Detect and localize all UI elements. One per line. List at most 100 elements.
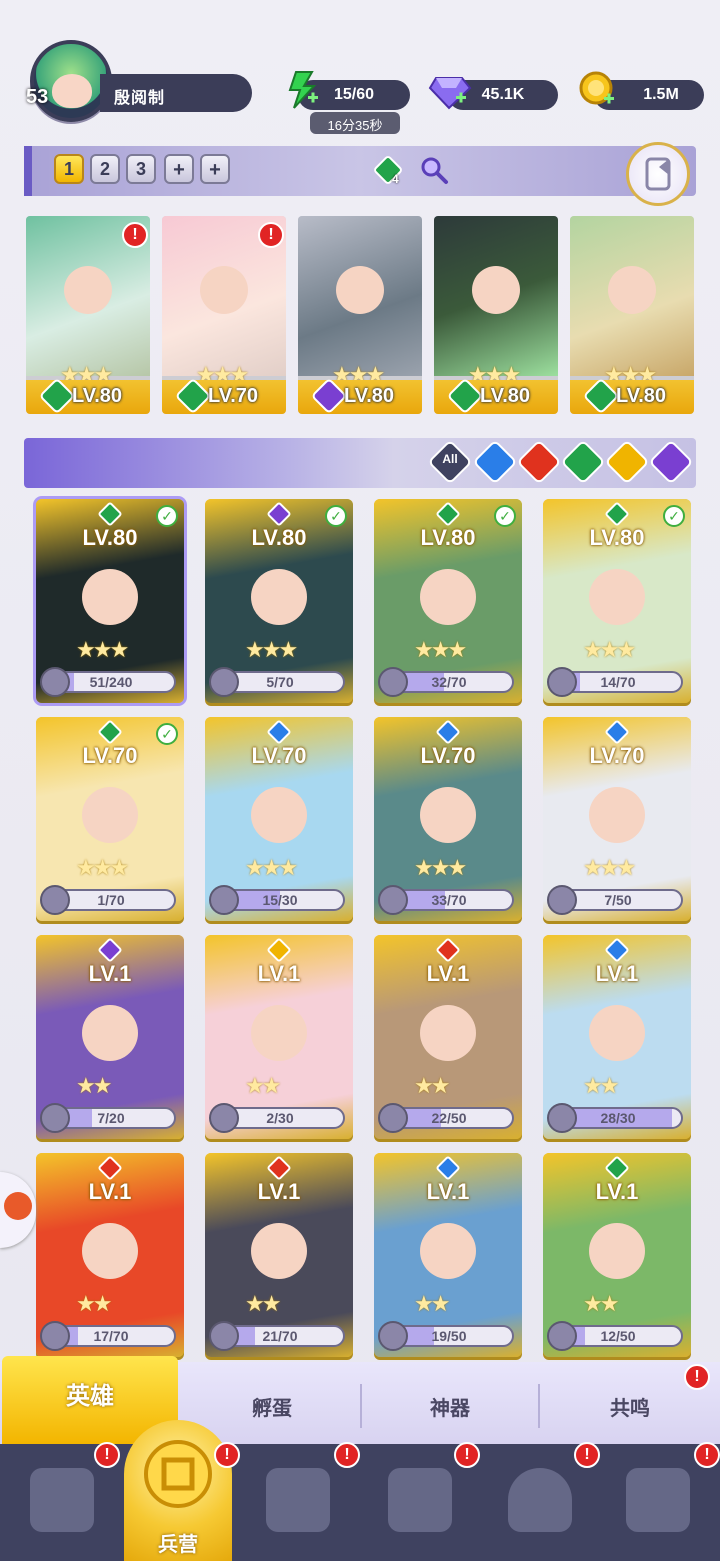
team-add-button-2[interactable]: +	[200, 154, 230, 184]
team-add-button[interactable]: +	[164, 154, 194, 184]
hero-face	[589, 1223, 645, 1279]
lineup-alert-badge: !	[122, 222, 148, 248]
nav-arena-alert: !	[694, 1442, 720, 1468]
nav-barracks-alert: !	[214, 1442, 240, 1468]
team-bar	[24, 146, 696, 196]
hero-level: LV.1	[595, 1179, 639, 1204]
nav-map[interactable]	[258, 1460, 338, 1540]
shard-icon	[547, 1321, 577, 1351]
hero-portrait	[570, 216, 694, 376]
side-avatar-bubble[interactable]	[0, 1172, 36, 1248]
hero-level: LV.1	[257, 1179, 301, 1204]
hero-card[interactable]: LV.1 ★★ 22/50	[374, 935, 522, 1139]
search-icon[interactable]	[418, 154, 450, 186]
hero-face	[472, 266, 520, 314]
hero-level: LV.70	[589, 743, 645, 768]
shard-icon	[40, 885, 70, 915]
tab-artifact[interactable]: 神器	[362, 1368, 538, 1444]
lineup-slot-4[interactable]: ★★★ LV.80	[434, 216, 558, 414]
star-rating: ★★★	[76, 637, 129, 662]
team-tab-2[interactable]: 2	[90, 154, 120, 184]
hero-face	[82, 1223, 138, 1279]
hero-card[interactable]: ✓ LV.70 ★★★ 1/70	[36, 717, 184, 921]
hero-face	[251, 1005, 307, 1061]
hero-card[interactable]: LV.70 ★★★ 7/50	[543, 717, 691, 921]
hero-face	[82, 569, 138, 625]
hero-card[interactable]: ✓ LV.80 ★★★ 51/240	[36, 499, 184, 703]
hero-card[interactable]: ✓ LV.80 ★★★ 5/70	[205, 499, 353, 703]
hero-card[interactable]: LV.1 ★★ 7/20	[36, 935, 184, 1139]
lineup-slot-5[interactable]: ★★★ LV.80	[570, 216, 694, 414]
lineup-alert-badge: !	[258, 222, 284, 248]
hero-card[interactable]: ✓ LV.80 ★★★ 32/70	[374, 499, 522, 703]
star-rating: ★★★	[414, 855, 467, 880]
hero-card[interactable]: ✓ LV.80 ★★★ 14/70	[543, 499, 691, 703]
hero-face	[82, 787, 138, 843]
cards-icon	[30, 1468, 94, 1532]
hero-level: LV.1	[88, 961, 132, 986]
shard-icon	[547, 885, 577, 915]
player-name: 殷阅制	[100, 74, 252, 112]
team-tab-3[interactable]: 3	[126, 154, 156, 184]
team-count: 4	[392, 172, 399, 186]
hero-card[interactable]: LV.70 ★★★ 15/30	[205, 717, 353, 921]
star-rating: ★★	[414, 1073, 450, 1098]
hero-face	[82, 1005, 138, 1061]
shard-icon	[378, 1103, 408, 1133]
auto-team-button[interactable]	[626, 142, 690, 206]
star-rating: ★★	[583, 1073, 619, 1098]
banner-icon	[626, 1468, 690, 1532]
nav-guild-alert: !	[574, 1442, 600, 1468]
shard-icon	[547, 667, 577, 697]
star-rating: ★★★	[583, 855, 636, 880]
hero-card[interactable]: LV.1 ★★ 2/30	[205, 935, 353, 1139]
hero-face	[251, 1223, 307, 1279]
shard-icon	[40, 1321, 70, 1351]
coin-icon	[578, 70, 618, 110]
hero-card[interactable]: LV.70 ★★★ 33/70	[374, 717, 522, 921]
team-tab-1[interactable]: 1	[54, 154, 84, 184]
check-icon: ✓	[663, 505, 685, 527]
nav-castle-alert: !	[454, 1442, 480, 1468]
check-icon: ✓	[156, 723, 178, 745]
hero-card[interactable]: LV.1 ★★ 17/70	[36, 1153, 184, 1357]
nav-barracks-label: 兵营	[158, 1534, 198, 1556]
hero-card[interactable]: LV.1 ★★ 28/30	[543, 935, 691, 1139]
hero-face	[589, 787, 645, 843]
shard-icon	[209, 885, 239, 915]
team-bar-accent	[24, 146, 32, 196]
barracks-icon	[144, 1440, 212, 1508]
hero-level: LV.80	[420, 525, 476, 550]
shard-icon	[40, 667, 70, 697]
hero-card[interactable]: LV.1 ★★ 12/50	[543, 1153, 691, 1357]
nav-castle[interactable]	[380, 1460, 460, 1540]
hero-card[interactable]: LV.1 ★★ 19/50	[374, 1153, 522, 1357]
shard-icon	[378, 885, 408, 915]
nav-cards[interactable]	[22, 1460, 102, 1540]
star-rating: ★★★	[583, 637, 636, 662]
star-rating: ★★	[76, 1073, 112, 1098]
top-bar: 殷阅制 53 15/60 16分35秒 45.1K 1.5M	[0, 0, 720, 140]
energy-timer: 16分35秒	[310, 112, 400, 134]
lightning-icon	[282, 70, 322, 110]
star-rating: ★★★	[245, 637, 298, 662]
app-root: 殷阅制 53 15/60 16分35秒 45.1K 1.5M 1 2 3 + +…	[0, 0, 720, 1561]
hero-face	[64, 266, 112, 314]
hero-portrait	[298, 216, 422, 376]
map-icon	[266, 1468, 330, 1532]
shard-icon	[209, 1103, 239, 1133]
nav-arena[interactable]	[618, 1460, 698, 1540]
side-avatar-icon	[4, 1192, 32, 1220]
hero-level: LV.80	[72, 385, 123, 407]
hero-card[interactable]: LV.1 ★★ 21/70	[205, 1153, 353, 1357]
resonance-alert-badge: !	[684, 1364, 710, 1390]
shard-icon	[378, 667, 408, 697]
star-rating: ★★★	[76, 855, 129, 880]
hero-face	[420, 569, 476, 625]
hero-level: LV.1	[426, 961, 470, 986]
nav-guild[interactable]	[500, 1460, 580, 1540]
shard-icon	[209, 667, 239, 697]
lineup-slot-3[interactable]: ★★★ LV.80	[298, 216, 422, 414]
hero-portrait	[434, 216, 558, 376]
hero-level: LV.1	[257, 961, 301, 986]
